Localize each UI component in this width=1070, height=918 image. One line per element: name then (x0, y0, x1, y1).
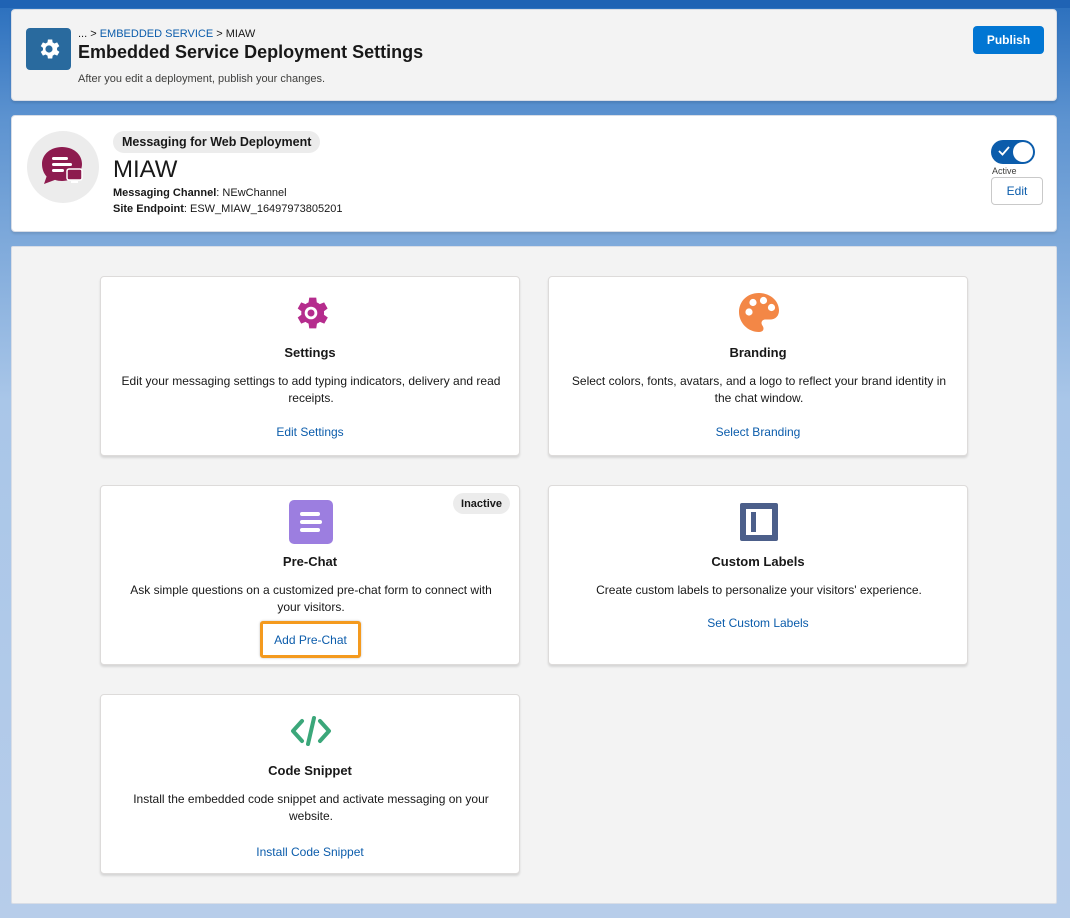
breadcrumb: ... > EMBEDDED SERVICE > MIAW (78, 28, 255, 40)
messaging-channel-label: Messaging Channel (113, 187, 217, 199)
toggle-knob (1013, 142, 1033, 162)
messaging-chat-icon (27, 131, 99, 203)
site-endpoint-value: : ESW_MIAW_16497973805201 (183, 203, 343, 215)
active-toggle[interactable] (991, 140, 1035, 164)
tile-title: Settings (284, 345, 336, 360)
site-endpoint-label: Site Endpoint (113, 203, 184, 215)
gear-icon (26, 28, 71, 70)
code-snippet-tile: Code Snippet Install the embedded code s… (100, 694, 520, 874)
branding-tile: Branding Select colors, fonts, avatars, … (548, 276, 968, 456)
messaging-channel-field: Messaging Channel: NEwChannel (113, 187, 287, 199)
breadcrumb-link-embedded-service[interactable]: EMBEDDED SERVICE (100, 28, 214, 40)
breadcrumb-prefix: ... > (78, 28, 100, 40)
tile-description: Create custom labels to personalize your… (596, 583, 922, 597)
install-code-snippet-link[interactable]: Install Code Snippet (101, 845, 519, 859)
breadcrumb-current: > MIAW (213, 28, 256, 40)
page-header: ... > EMBEDDED SERVICE > MIAW Embedded S… (11, 9, 1057, 101)
active-label: Active (992, 166, 1017, 176)
select-branding-link[interactable]: Select Branding (549, 425, 967, 439)
settings-tile: Settings Edit your messaging settings to… (100, 276, 520, 456)
custom-labels-tile: Custom Labels Create custom labels to pe… (548, 485, 968, 665)
code-icon (289, 709, 333, 753)
custom-labels-icon (737, 500, 781, 544)
add-pre-chat-link[interactable]: Add Pre-Chat (260, 621, 361, 658)
tile-title: Code Snippet (268, 763, 352, 778)
checkmark-icon (998, 146, 1010, 156)
tile-description: Install the embedded code snippet and ac… (133, 792, 489, 823)
gear-icon (289, 291, 333, 335)
deployment-type-badge: Messaging for Web Deployment (113, 131, 321, 153)
tile-description: Edit your messaging settings to add typi… (121, 374, 501, 405)
tile-title: Custom Labels (711, 554, 805, 569)
publish-button[interactable]: Publish (973, 26, 1044, 54)
tile-title: Branding (729, 345, 787, 360)
messaging-channel-value: : NEwChannel (216, 187, 287, 199)
page-subtitle: After you edit a deployment, publish you… (78, 73, 326, 85)
inactive-badge: Inactive (453, 493, 510, 514)
palette-icon (737, 291, 781, 335)
deployment-name: MIAW (113, 156, 178, 183)
pre-chat-tile: Inactive Pre-Chat Ask simple questions o… (100, 485, 520, 665)
page-title: Embedded Service Deployment Settings (78, 42, 424, 62)
tile-description: Select colors, fonts, avatars, and a log… (571, 374, 947, 405)
edit-settings-link[interactable]: Edit Settings (101, 425, 519, 439)
edit-button[interactable]: Edit (991, 177, 1043, 205)
deployment-card: Messaging for Web Deployment MIAW Messag… (11, 115, 1057, 232)
tile-title: Pre-Chat (282, 554, 338, 569)
form-icon (289, 500, 333, 544)
top-band (0, 0, 1070, 8)
tile-description: Ask simple questions on a customized pre… (130, 583, 492, 614)
set-custom-labels-link[interactable]: Set Custom Labels (549, 616, 967, 630)
site-endpoint-field: Site Endpoint: ESW_MIAW_16497973805201 (113, 203, 342, 215)
settings-panel: Settings Edit your messaging settings to… (11, 246, 1057, 904)
